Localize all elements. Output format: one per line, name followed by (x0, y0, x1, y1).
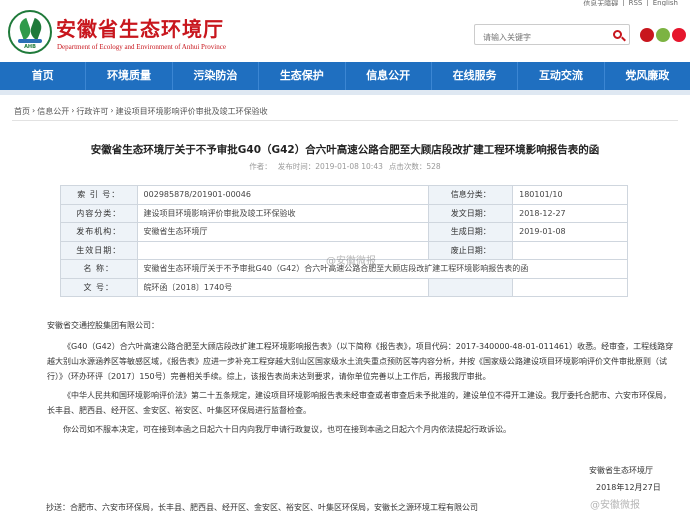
divider (12, 120, 678, 121)
nav-shadow (0, 90, 690, 95)
nav-environment-quality[interactable]: 环境质量 (86, 62, 173, 90)
nav-online-service[interactable]: 在线服务 (432, 62, 519, 90)
meta-author: 作者： (249, 162, 272, 171)
search-button[interactable] (605, 25, 629, 44)
site-title[interactable]: 安徽省生态环境厅 (56, 13, 224, 42)
main-nav: 首页 环境质量 污染防治 生态保护 信息公开 在线服务 互动交流 党风廉政 (0, 62, 690, 90)
breadcrumb-admin-license[interactable]: 行政许可 (76, 106, 108, 117)
name-label: 名 称： (60, 259, 138, 279)
publisher-value: 安徽省生态环境厅 (136, 222, 430, 242)
paragraph: 你公司如不服本决定，可在接到本函之日起六十日内向我厅申请行政复议，也可在接到本函… (63, 425, 511, 434)
category-value: 180101/10 (512, 185, 628, 205)
paragraph: 《G40（G42）合六叶高速公路合肥至大顾店段改扩建工程环境影响报告表》（以下简… (47, 342, 674, 381)
effective-date-label: 生效日期： (60, 240, 138, 260)
sign-date: 2018年12月27日 (596, 483, 661, 492)
paragraph: 《中华人民共和国环境影响评价法》第二十五条规定，建设项目环境影响报告表未经审查或… (47, 391, 671, 415)
document-info-table: 索 引 号： 002985878/201901-00046 信息分类： 1801… (60, 185, 629, 297)
article-body: 安徽省交通控股集团有限公司： 《G40（G42）合六叶高速公路合肥至大顾店段改扩… (47, 318, 677, 441)
publisher-label: 发布机构： (60, 222, 138, 242)
expiry-date-label: 废止日期： (428, 240, 514, 260)
breadcrumb-home[interactable]: 首页 (14, 106, 30, 117)
table-row: 文 号： 皖环函〔2018〕1740号 (60, 277, 628, 297)
meta-views: 点击次数：528 (388, 162, 441, 171)
name-value: 安徽省生态环境厅关于不予审批G40（G42）合六叶高速公路合肥至大顾店段改扩建工… (136, 259, 629, 279)
cc-list: 抄送：合肥市、六安市环保局，长丰县、肥西县、经开区、金安区、裕安区、叶集区环保局… (46, 503, 478, 512)
signature: 安徽省生态环境厅 (589, 466, 653, 475)
nav-pollution-control[interactable]: 污染防治 (173, 62, 260, 90)
breadcrumb-info-disclosure[interactable]: 信息公开 (37, 106, 69, 117)
search-input[interactable] (475, 28, 603, 47)
logo-code: AHB (24, 44, 36, 50)
table-row: 发布机构： 安徽省生态环境厅 生成日期： 2019-01-08 (60, 222, 628, 242)
watermark: @安徽微报 (590, 500, 640, 511)
weibo-icon[interactable] (672, 28, 686, 42)
doc-number-label: 文 号： (60, 277, 138, 297)
content-type-value: 建设项目环境影响评价审批及竣工环保验收 (136, 203, 430, 223)
nav-party-integrity[interactable]: 党风廉政 (605, 62, 690, 90)
expiry-date-value (512, 240, 628, 260)
index-label: 索 引 号： (60, 185, 138, 205)
water-icon (18, 39, 42, 43)
article-title: 安徽省生态环境厅关于不予审批G40（G42）合六叶高速公路合肥至大顾店段改扩建工… (90, 144, 600, 156)
content-type-label: 内容分类： (60, 203, 138, 223)
article-meta: 作者： 发布时间：2019-01-08 10:43 点击次数：528 (0, 161, 690, 172)
generated-date-label: 生成日期： (428, 222, 514, 242)
watermark: @安徽微报 (326, 256, 376, 267)
doc-number-value: 皖环函〔2018〕1740号 (136, 277, 430, 297)
user-icon[interactable] (640, 28, 654, 42)
site-subtitle: Department of Ecology and Environment of… (57, 43, 226, 51)
issue-date-label: 发文日期： (428, 203, 514, 223)
category-label: 信息分类： (428, 185, 514, 205)
breadcrumb-current[interactable]: 建设项目环境影响评价审批及竣工环保验收 (116, 106, 268, 117)
nav-home[interactable]: 首页 (0, 62, 87, 90)
meta-date: 发布时间：2019-01-08 10:43 (277, 162, 383, 171)
nav-info-disclosure[interactable]: 信息公开 (346, 62, 432, 90)
table-row: 索 引 号： 002985878/201901-00046 信息分类： 1801… (60, 185, 628, 205)
leaf-icon (27, 17, 45, 41)
nav-interaction[interactable]: 互动交流 (518, 62, 605, 90)
nav-ecology-protection[interactable]: 生态保护 (259, 62, 346, 90)
salutation: 安徽省交通控股集团有限公司： (47, 321, 159, 330)
search-box (474, 24, 630, 47)
effective-date-value (136, 240, 430, 260)
table-row: 内容分类： 建设项目环境影响评价审批及竣工环保验收 发文日期： 2018-12-… (60, 203, 628, 223)
android-icon[interactable] (656, 28, 670, 42)
index-value: 002985878/201901-00046 (136, 185, 430, 205)
issue-date-value: 2018-12-27 (512, 203, 628, 223)
breadcrumb: 首页 › 信息公开 › 行政许可 › 建设项目环境影响评价审批及竣工环保验收 (14, 106, 268, 117)
site-logo[interactable]: AHB (8, 10, 52, 54)
generated-date-value: 2019-01-08 (512, 222, 628, 242)
search-icon (612, 30, 622, 39)
site-header: AHB 安徽省生态环境厅 Department of Ecology and E… (0, 6, 690, 62)
